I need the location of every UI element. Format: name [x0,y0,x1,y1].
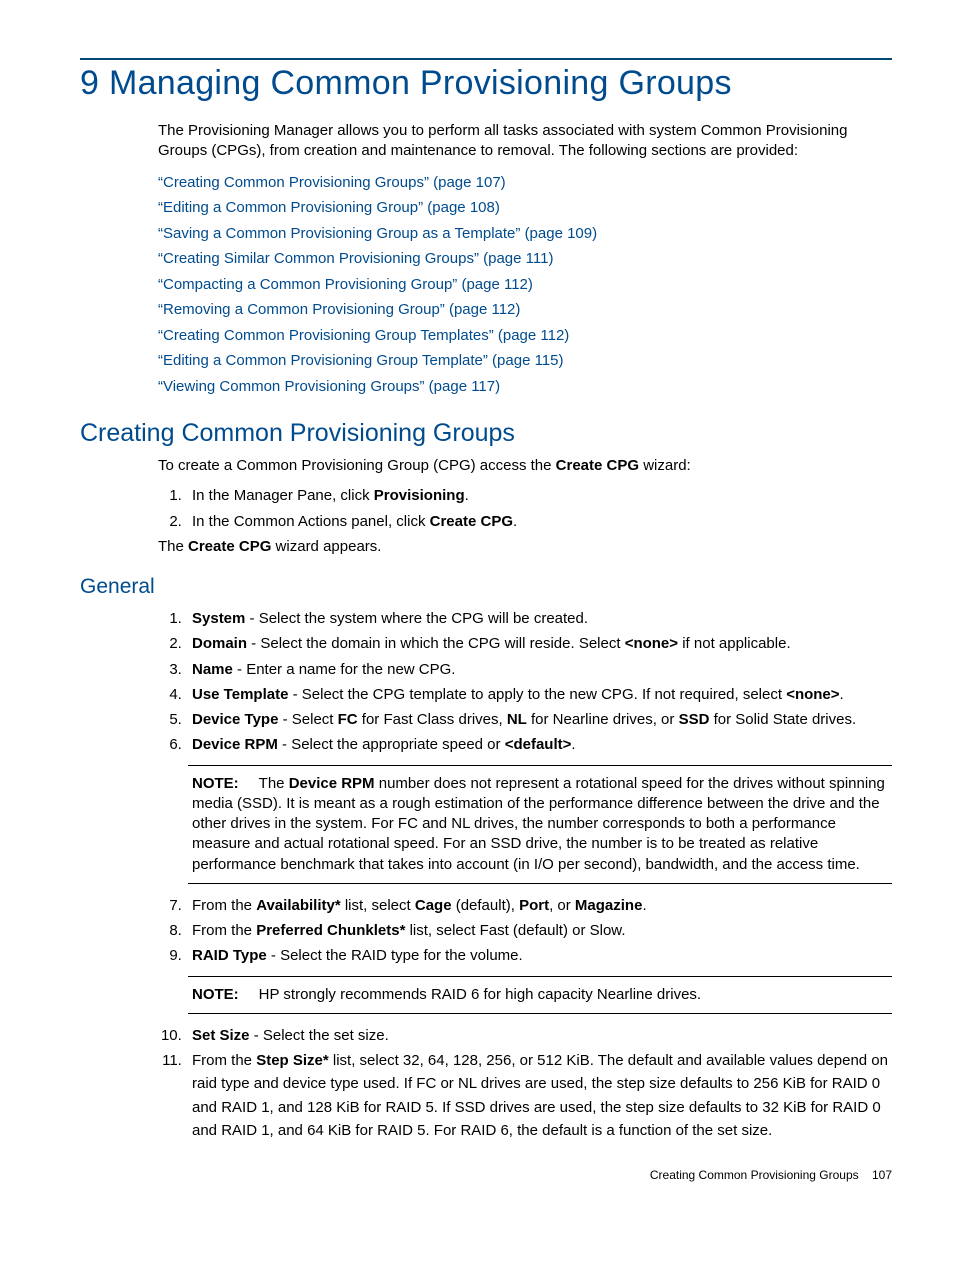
section-link[interactable]: “Saving a Common Provisioning Group as a… [158,221,892,247]
step: Set Size - Select the set size. [186,1024,892,1047]
step: In the Manager Pane, click Provisioning. [186,484,892,507]
page-container: 9 Managing Common Provisioning Groups Th… [0,0,954,1271]
section-link[interactable]: “Viewing Common Provisioning Groups” (pa… [158,374,892,400]
footer-section-title: Creating Common Provisioning Groups [650,1168,859,1182]
note-raid6: NOTE:HP strongly recommends RAID 6 for h… [188,976,892,1014]
step: RAID Type - Select the RAID type for the… [186,944,892,967]
section-heading-creating: Creating Common Provisioning Groups [80,419,892,448]
chapter-title-text: Managing Common Provisioning Groups [109,64,732,102]
creating-after: The Create CPG wizard appears. [158,537,892,557]
page-footer: Creating Common Provisioning Groups 107 [80,1168,892,1182]
creating-lead: To create a Common Provisioning Group (C… [158,456,892,476]
section-link[interactable]: “Editing a Common Provisioning Group” (p… [158,195,892,221]
text: To create a Common Provisioning Group (C… [158,457,556,474]
section-link[interactable]: “Editing a Common Provisioning Group Tem… [158,348,892,374]
top-border-rule [80,58,892,60]
bold: Create CPG [556,457,639,474]
section-link-list: “Creating Common Provisioning Groups” (p… [158,170,892,400]
step: Device RPM - Select the appropriate spee… [186,733,892,756]
creating-steps: In the Manager Pane, click Provisioning.… [158,484,892,533]
step: From the Preferred Chunklets* list, sele… [186,919,892,942]
step: From the Availability* list, select Cage… [186,894,892,917]
page-number: 107 [872,1168,892,1182]
chapter-number: 9 [80,64,99,102]
section-link[interactable]: “Creating Common Provisioning Group Temp… [158,323,892,349]
section-heading-general: General [80,575,892,599]
step: Device Type - Select FC for Fast Class d… [186,708,892,731]
step: Domain - Select the domain in which the … [186,632,892,655]
step: Name - Enter a name for the new CPG. [186,658,892,681]
section-link[interactable]: “Creating Common Provisioning Groups” (p… [158,170,892,196]
section-link[interactable]: “Compacting a Common Provisioning Group”… [158,272,892,298]
note-label: NOTE: [192,775,239,792]
note-device-rpm: NOTE:The Device RPM number does not repr… [188,765,892,884]
general-steps-1to6: System - Select the system where the CPG… [158,607,892,757]
text: wizard: [639,457,691,474]
section-link[interactable]: “Removing a Common Provisioning Group” (… [158,297,892,323]
intro-paragraph: The Provisioning Manager allows you to p… [158,121,892,162]
step: From the Step Size* list, select 32, 64,… [186,1049,892,1142]
step: Use Template - Select the CPG template t… [186,683,892,706]
chapter-title: 9 Managing Common Provisioning Groups [80,64,892,103]
general-steps-10to11: Set Size - Select the set size. From the… [158,1024,892,1142]
general-steps-7to9: From the Availability* list, select Cage… [158,894,892,968]
step: In the Common Actions panel, click Creat… [186,510,892,533]
step: System - Select the system where the CPG… [186,607,892,630]
note-label: NOTE: [192,986,239,1003]
section-link[interactable]: “Creating Similar Common Provisioning Gr… [158,246,892,272]
